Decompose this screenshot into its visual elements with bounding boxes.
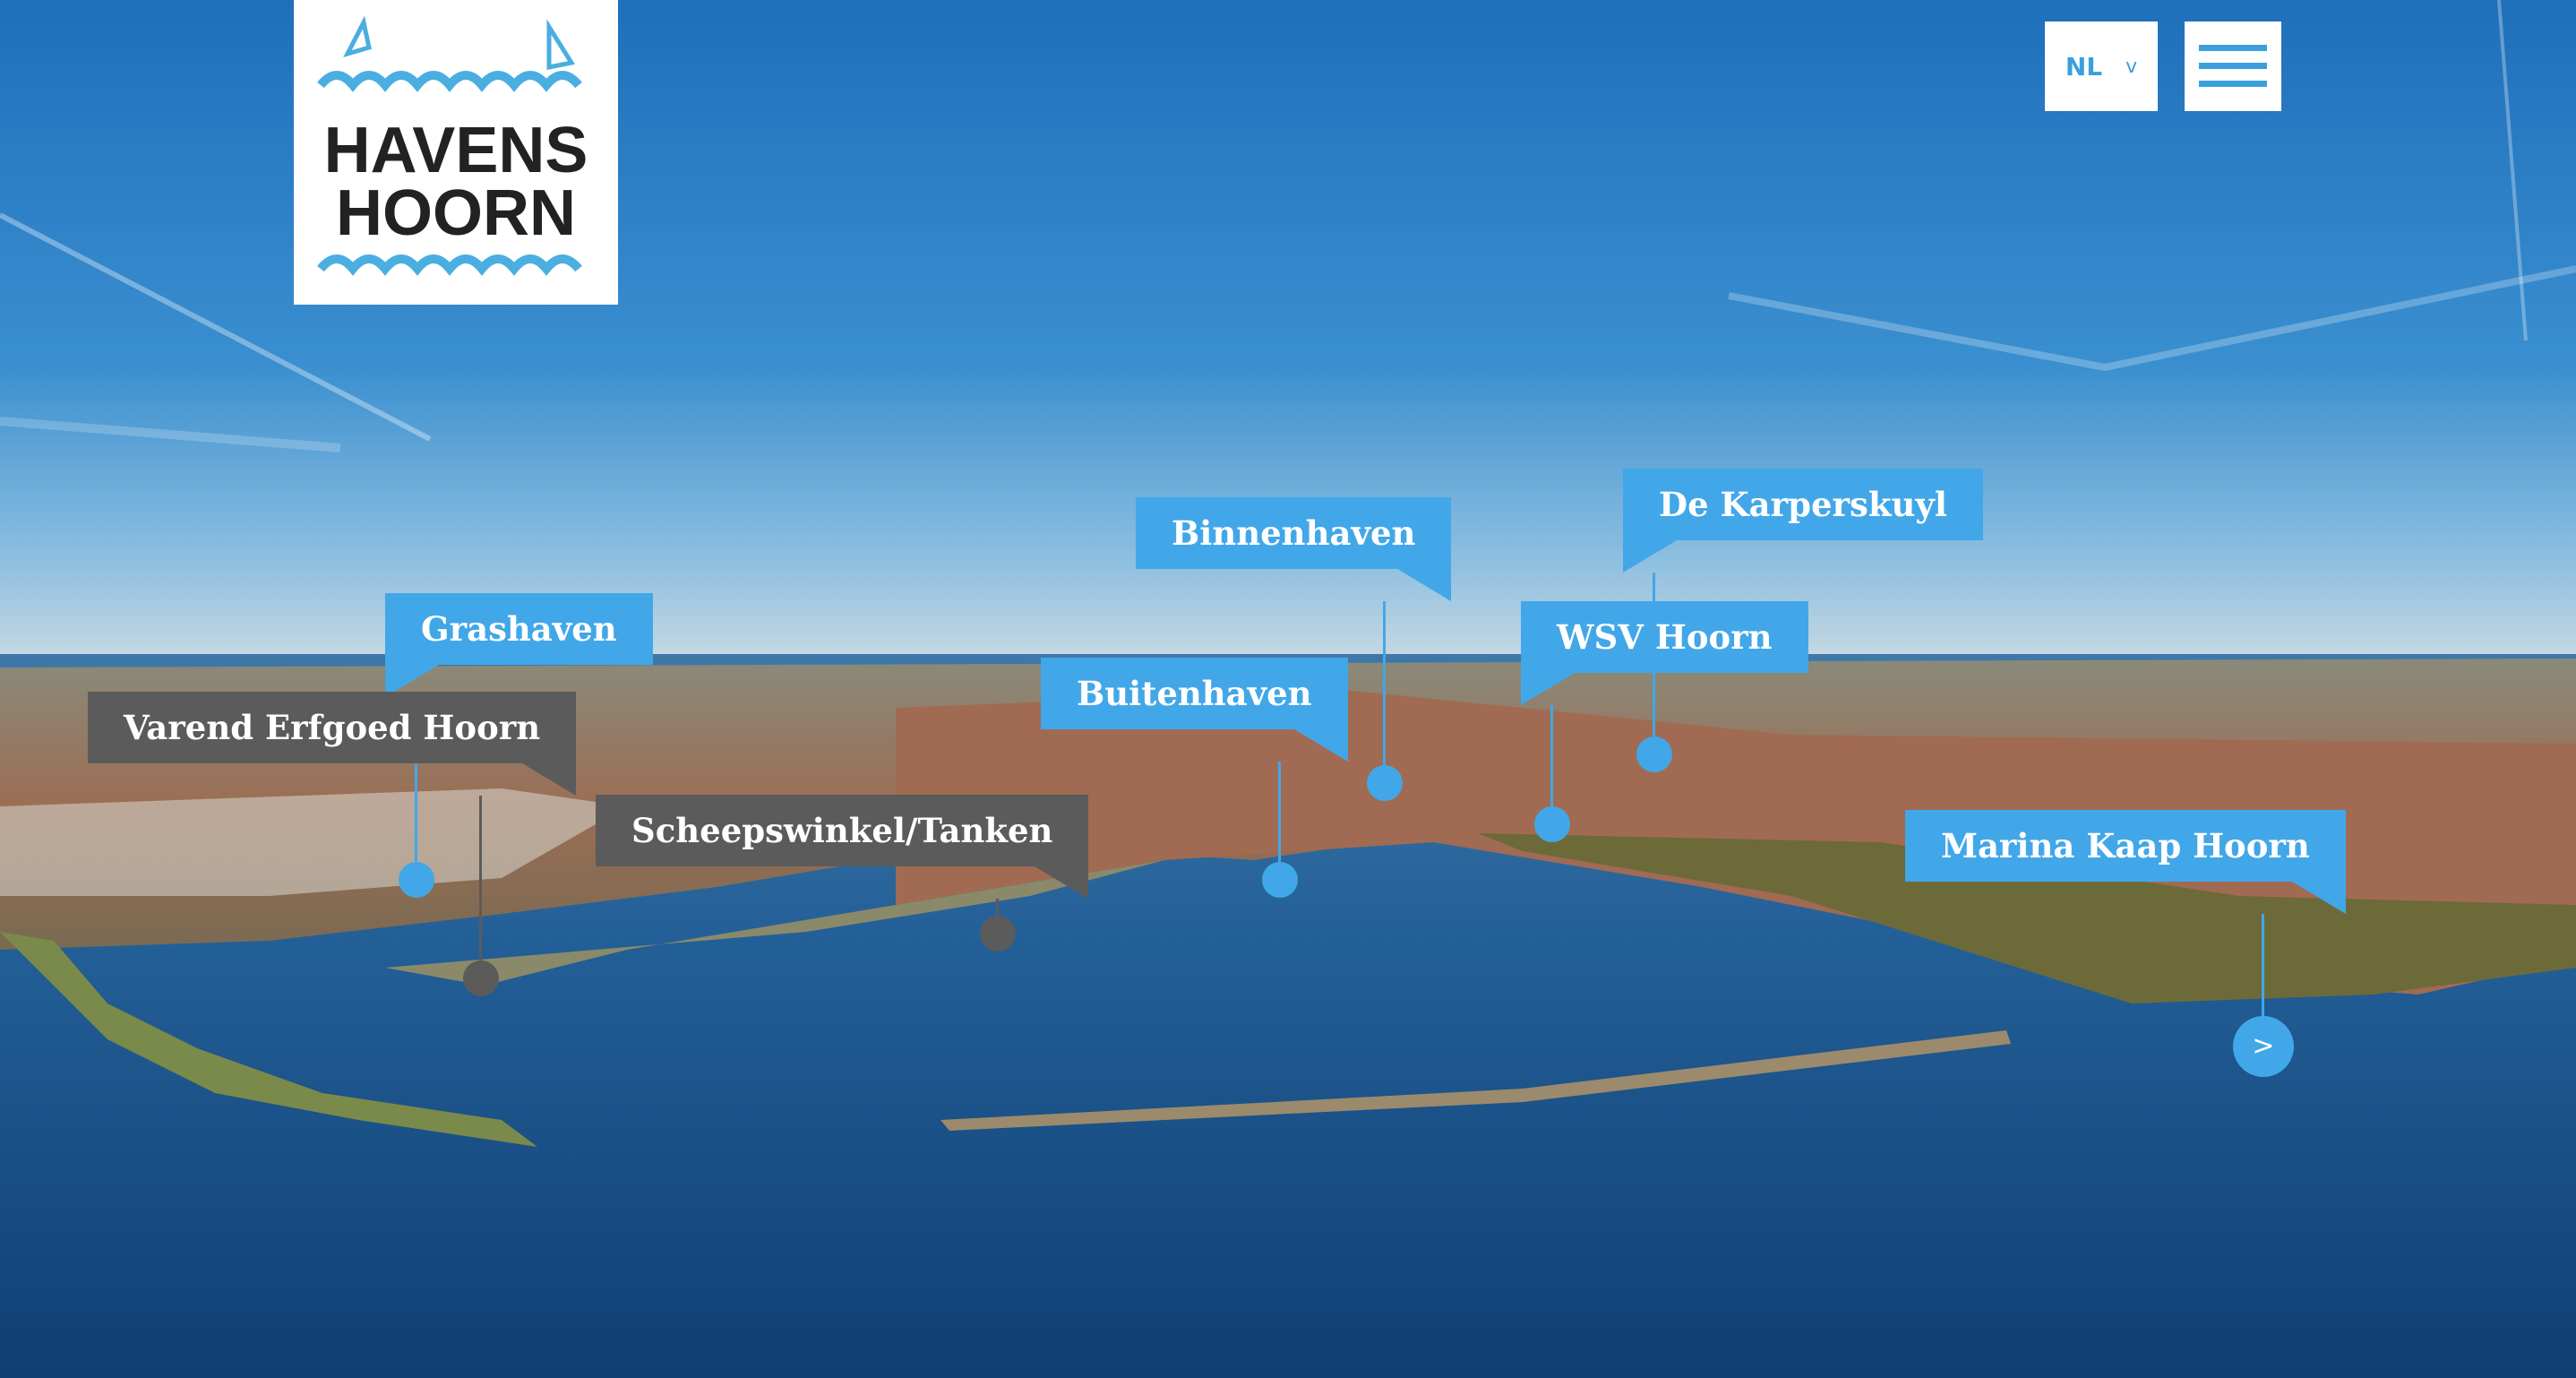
- harbor-label-buitenhaven[interactable]: Buitenhaven: [1041, 658, 1348, 762]
- language-selector[interactable]: NL v: [2045, 22, 2158, 111]
- aerial-harbor-map: HAVENS HOORN NL v Grashaven Varend Erfgo…: [0, 0, 2576, 1378]
- hamburger-menu-icon: [2199, 81, 2267, 87]
- logo-text-havens: HAVENS: [324, 115, 588, 186]
- marker-stem-buitenhaven: [1278, 762, 1281, 876]
- location-pin-grashaven[interactable]: [399, 862, 434, 898]
- harbor-label-wsv-hoorn[interactable]: WSV Hoorn: [1521, 601, 1808, 705]
- chevron-down-icon: v: [2125, 55, 2138, 78]
- logo-text-hoorn: HOORN: [336, 177, 576, 249]
- harbor-label-de-karperskuyl[interactable]: De Karperskuyl: [1623, 469, 1983, 573]
- hamburger-menu-icon: [2199, 63, 2267, 69]
- location-pin-de-karperskuyl[interactable]: [1636, 736, 1672, 772]
- logo-graphic: HAVENS HOORN: [317, 15, 588, 276]
- havens-hoorn-logo[interactable]: HAVENS HOORN: [294, 0, 618, 305]
- harbor-label-varend-erfgoed-hoorn[interactable]: Varend Erfgoed Hoorn: [88, 692, 577, 796]
- location-pin-wsv-hoorn[interactable]: [1534, 806, 1570, 842]
- marker-stem-wsv-hoorn: [1550, 705, 1553, 822]
- location-pin-binnenhaven[interactable]: [1367, 765, 1403, 801]
- harbor-label-grashaven[interactable]: Grashaven: [385, 593, 653, 697]
- marker-stem-marina-kaap-hoorn: [2262, 914, 2264, 1018]
- marker-stem-binnenhaven: [1383, 601, 1386, 780]
- marker-stem-de-karperskuyl: [1653, 573, 1655, 752]
- hamburger-menu-button[interactable]: [2185, 22, 2281, 111]
- harbor-label-binnenhaven[interactable]: Binnenhaven: [1136, 497, 1452, 601]
- harbor-label-scheepswinkel-tanken[interactable]: Scheepswinkel/Tanken: [596, 795, 1089, 899]
- language-label: NL: [2065, 51, 2103, 82]
- marker-stem-varend-erfgoed-hoorn: [479, 796, 482, 975]
- location-pin-scheepswinkel-tanken[interactable]: [980, 916, 1016, 952]
- hamburger-menu-icon: [2199, 45, 2267, 51]
- location-pin-varend-erfgoed-hoorn[interactable]: [463, 960, 499, 996]
- location-pin-buitenhaven[interactable]: [1262, 862, 1298, 898]
- harbor-label-marina-kaap-hoorn[interactable]: Marina Kaap Hoorn: [1905, 810, 2346, 914]
- next-arrow-button[interactable]: >: [2233, 1016, 2294, 1077]
